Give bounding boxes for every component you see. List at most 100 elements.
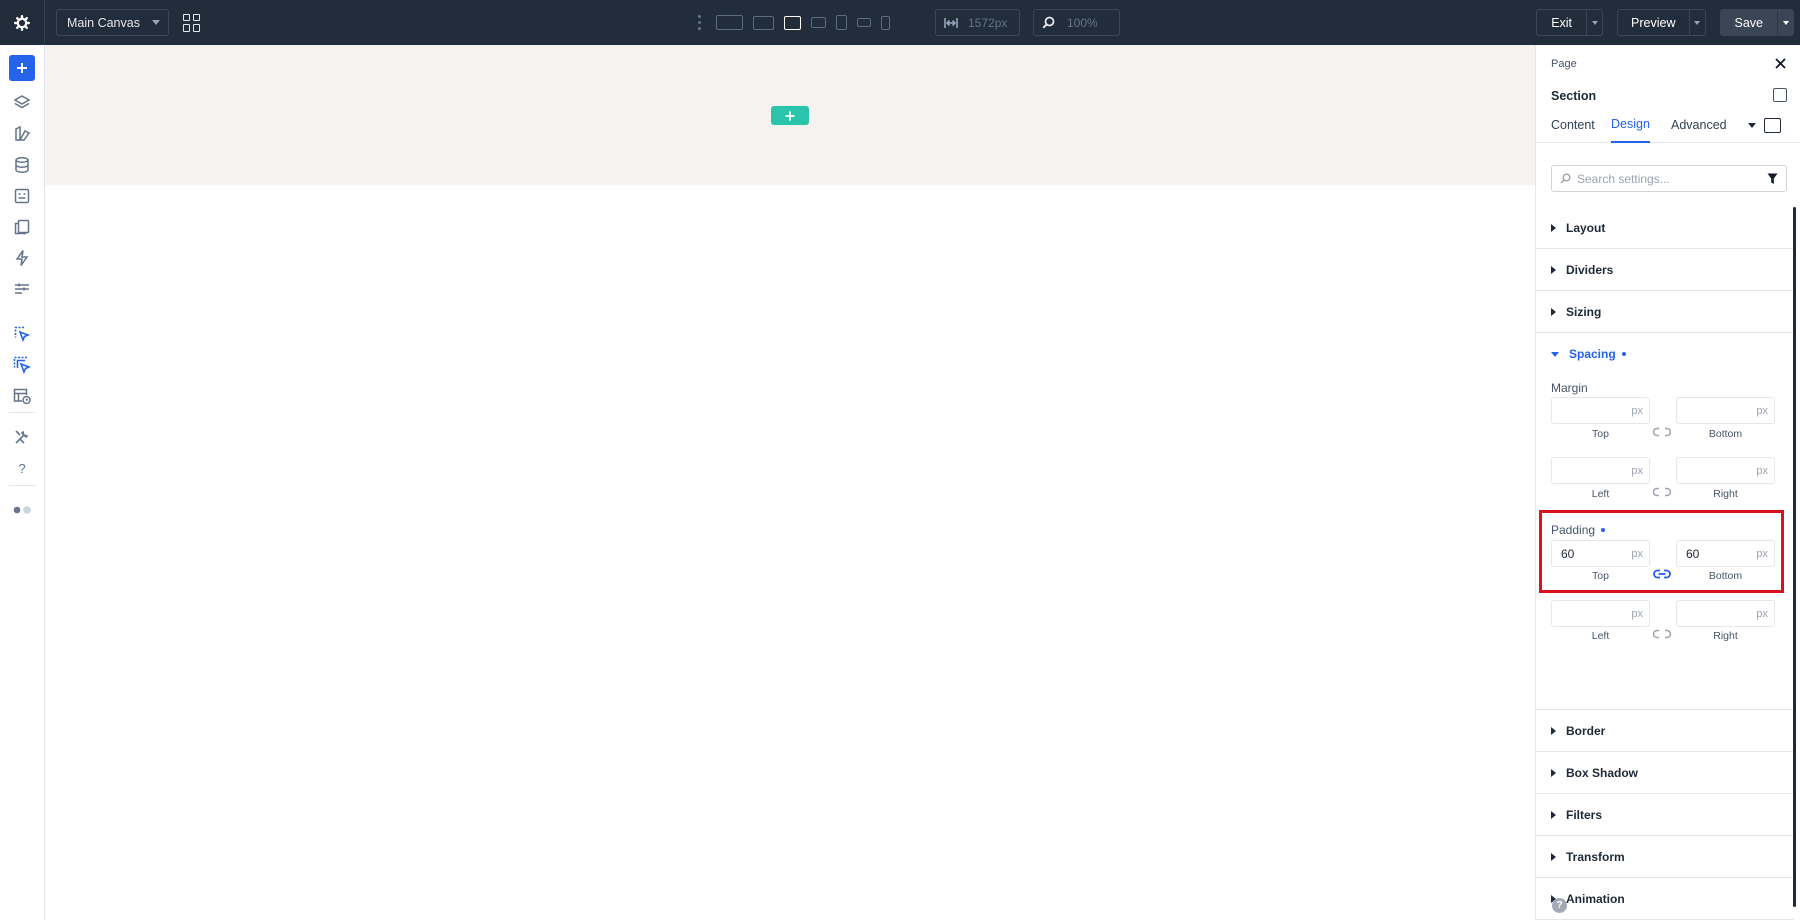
group-filters[interactable]: Filters <box>1536 794 1794 836</box>
unit-label[interactable]: px <box>1756 548 1768 560</box>
group-label: Filters <box>1566 807 1603 822</box>
unlinked-chain-icon[interactable] <box>1653 427 1671 437</box>
zoom-value: 100% <box>1067 15 1098 30</box>
group-border[interactable]: Border <box>1536 710 1794 752</box>
group-transform[interactable]: Transform <box>1536 836 1794 878</box>
add-section-button[interactable] <box>771 106 809 125</box>
group-dividers[interactable]: Dividers <box>1536 249 1794 291</box>
unit-label[interactable]: px <box>1631 465 1643 477</box>
theme-builder-icon[interactable] <box>10 122 34 146</box>
modified-dot-icon <box>1621 352 1626 356</box>
unit-label[interactable]: px <box>1756 465 1768 477</box>
preview-label: Preview <box>1631 15 1676 30</box>
help-circle-icon[interactable]: ? <box>1552 898 1567 913</box>
lightning-icon[interactable] <box>10 246 34 270</box>
unit-label[interactable]: px <box>1756 405 1768 417</box>
unlinked-chain-icon[interactable] <box>1653 487 1671 497</box>
padding-top-input[interactable]: 60 px <box>1551 540 1650 567</box>
database-icon[interactable] <box>10 153 34 177</box>
chevron-down-icon <box>152 20 160 25</box>
selected-section[interactable] <box>45 45 1535 185</box>
linked-chain-icon[interactable] <box>1653 569 1671 579</box>
margin-right-input[interactable]: px <box>1676 457 1775 484</box>
caret-right-icon <box>1551 726 1556 735</box>
group-label: Spacing <box>1569 347 1616 361</box>
settings-search-input[interactable]: Search settings... <box>1551 165 1787 192</box>
close-icon[interactable] <box>1775 57 1786 72</box>
unit-label[interactable]: px <box>1631 548 1643 560</box>
group-box-shadow[interactable]: Box Shadow <box>1536 752 1794 794</box>
layout-clock-icon[interactable] <box>10 384 34 408</box>
caret-right-icon <box>1551 768 1556 777</box>
unit-label[interactable]: px <box>1756 608 1768 620</box>
group-label: Sizing <box>1566 304 1602 319</box>
phone-portrait-icon[interactable] <box>881 15 890 30</box>
pages-cursor-icon[interactable] <box>10 353 34 377</box>
pages-icon[interactable] <box>10 215 34 239</box>
group-sizing[interactable]: Sizing <box>1536 291 1794 333</box>
group-animation[interactable]: Animation <box>1536 878 1794 920</box>
tablet-portrait-icon[interactable] <box>836 15 847 30</box>
tools-icon[interactable] <box>10 425 34 449</box>
group-layout[interactable]: Layout <box>1536 207 1794 249</box>
filter-icon[interactable] <box>1767 173 1778 185</box>
toggle-dots-icon[interactable] <box>10 498 34 522</box>
padding-left-caption: Left <box>1591 630 1610 642</box>
canvas-select[interactable]: Main Canvas <box>56 9 169 36</box>
panel-layout-icon[interactable] <box>1764 118 1781 133</box>
preview-dropdown-icon[interactable] <box>1688 10 1705 35</box>
tab-design[interactable]: Design <box>1611 107 1650 143</box>
padding-bottom-input[interactable]: 60 px <box>1676 540 1775 567</box>
phone-landscape-icon[interactable] <box>857 18 871 27</box>
breadcrumb[interactable]: Page <box>1551 58 1577 70</box>
save-button[interactable]: Save <box>1719 9 1794 36</box>
grid-view-icon[interactable] <box>183 13 201 32</box>
margin-left-input[interactable]: px <box>1551 457 1650 484</box>
unit-label[interactable]: px <box>1631 608 1643 620</box>
panel-scrollbar[interactable] <box>1793 207 1796 907</box>
help-icon[interactable]: ? <box>10 456 34 480</box>
caret-right-icon <box>1551 852 1556 861</box>
preview-button[interactable]: Preview <box>1617 9 1706 36</box>
zoom-icon <box>1042 16 1055 29</box>
builder-canvas[interactable] <box>45 45 1535 920</box>
structure-toggle-icon[interactable] <box>1773 88 1787 102</box>
unit-label[interactable]: px <box>1631 405 1643 417</box>
margin-top-input[interactable]: px <box>1551 397 1650 424</box>
panel-tabs: Content Design Advanced <box>1536 107 1800 143</box>
settings-sliders-icon[interactable] <box>10 277 34 301</box>
tab-advanced[interactable]: Advanced <box>1671 107 1727 143</box>
caret-down-icon <box>1551 351 1559 357</box>
save-dropdown-icon[interactable] <box>1777 10 1793 35</box>
laptop-icon[interactable] <box>784 15 801 30</box>
group-label: Transform <box>1566 849 1625 864</box>
layers-icon[interactable] <box>10 91 34 115</box>
padding-right-input[interactable]: px <box>1676 600 1775 627</box>
page-cursor-icon[interactable] <box>10 322 34 346</box>
more-vertical-icon[interactable] <box>698 15 702 30</box>
zoom-input[interactable]: 100% <box>1033 9 1120 36</box>
group-label: Animation <box>1566 891 1625 906</box>
settings-gear-icon[interactable] <box>0 0 45 45</box>
group-spacing[interactable]: Spacing <box>1536 333 1794 375</box>
padding-label-text: Padding <box>1551 523 1596 537</box>
tablet-landscape-icon[interactable] <box>811 17 826 28</box>
canvas-width-input[interactable]: 1572px <box>935 9 1020 36</box>
element-title: Section <box>1551 89 1597 103</box>
forms-icon[interactable] <box>10 184 34 208</box>
padding-bottom-value: 60 <box>1686 546 1700 561</box>
margin-bottom-input[interactable]: px <box>1676 397 1775 424</box>
caret-right-icon <box>1551 223 1556 232</box>
desktop-wide-icon[interactable] <box>716 15 743 30</box>
exit-dropdown-icon[interactable] <box>1586 10 1602 35</box>
unlinked-chain-icon[interactable] <box>1653 629 1671 639</box>
caret-right-icon <box>1551 307 1556 316</box>
padding-right-caption: Right <box>1713 630 1738 642</box>
group-label: Dividers <box>1566 262 1614 277</box>
tab-content[interactable]: Content <box>1551 107 1595 143</box>
padding-left-input[interactable]: px <box>1551 600 1650 627</box>
exit-button[interactable]: Exit <box>1536 9 1604 36</box>
add-icon[interactable] <box>9 55 35 81</box>
tab-dropdown-icon[interactable] <box>1748 123 1756 128</box>
desktop-icon[interactable] <box>753 15 774 30</box>
